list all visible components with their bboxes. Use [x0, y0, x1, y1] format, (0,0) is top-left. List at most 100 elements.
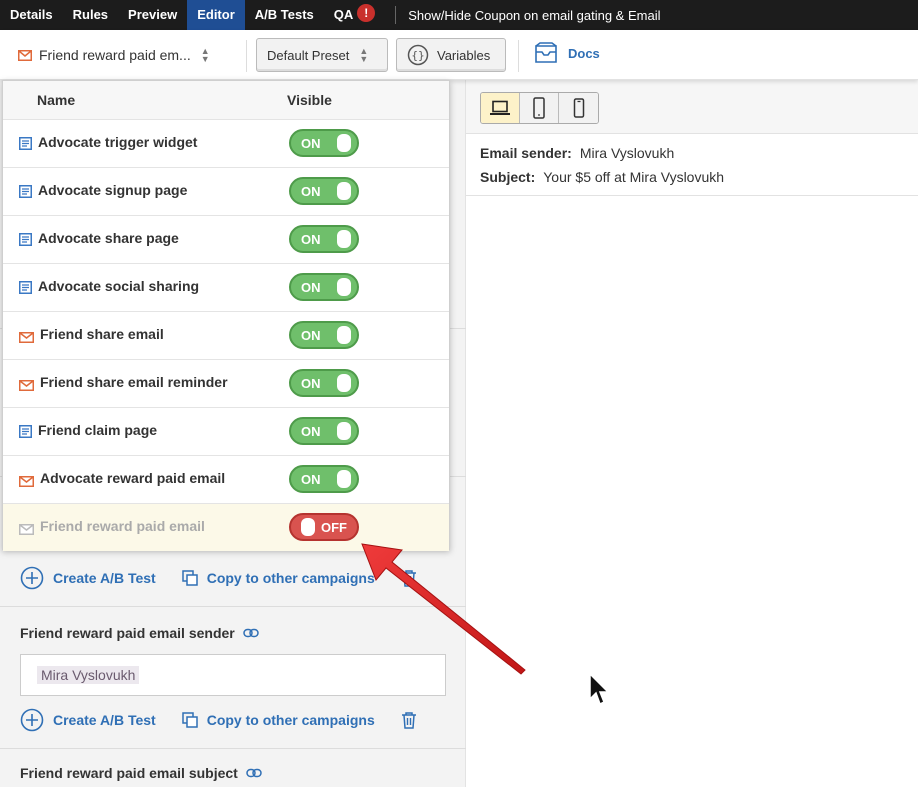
- page-icon: [19, 233, 32, 251]
- select-caret-icon: ▲ ▼: [359, 46, 369, 64]
- create-ab-test-label: Create A/B Test: [53, 570, 156, 586]
- email-icon: [19, 378, 34, 396]
- desktop-view-button[interactable]: [481, 93, 520, 123]
- select-caret-icon: ▲ ▼: [200, 46, 210, 64]
- tab-qa[interactable]: QA!: [324, 0, 386, 30]
- variables-label: Variables: [437, 47, 491, 63]
- trash-icon[interactable]: [401, 711, 417, 729]
- email-icon: [19, 330, 34, 348]
- preview-sender-value: Mira Vyslovukh: [579, 145, 675, 161]
- visibility-toggle[interactable]: ON: [289, 177, 359, 205]
- tab-details[interactable]: Details: [0, 0, 63, 30]
- docs-box-icon: [535, 42, 557, 63]
- link-icon[interactable]: [246, 768, 262, 778]
- visibility-table-header: Name Visible: [3, 81, 449, 119]
- email-icon: [19, 522, 34, 540]
- preview-sender-label: Email sender:: [480, 145, 572, 161]
- toggle-state-label: ON: [301, 280, 321, 295]
- create-ab-test-button[interactable]: Create A/B Test: [20, 566, 156, 590]
- visibility-row-label: Advocate signup page: [38, 182, 188, 198]
- email-icon: [18, 49, 32, 61]
- braces-icon: {}: [407, 44, 429, 66]
- toggle-knob: [337, 182, 351, 200]
- subject-field-label-text: Friend reward paid email subject: [20, 765, 238, 781]
- tab-preview[interactable]: Preview: [118, 0, 187, 30]
- visibility-toggle[interactable]: ON: [289, 369, 359, 397]
- widget-select-value: Friend reward paid em...: [39, 47, 191, 63]
- copy-icon: [181, 570, 198, 586]
- toggle-knob: [337, 134, 351, 152]
- visibility-row-label: Advocate share page: [38, 230, 179, 246]
- visibility-row: Friend claim page ON: [3, 407, 449, 455]
- visibility-toggle[interactable]: ON: [289, 225, 359, 253]
- visibility-row: Advocate reward paid email ON: [3, 455, 449, 503]
- page-icon: [19, 137, 32, 155]
- toggle-knob: [337, 230, 351, 248]
- email-icon: [19, 474, 34, 492]
- visibility-row: Advocate signup page ON: [3, 167, 449, 215]
- preview-subject-row: Subject: Your $5 off at Mira Vyslovukh: [480, 169, 724, 185]
- sender-field-label: Friend reward paid email sender: [20, 625, 259, 641]
- tablet-icon: [533, 97, 545, 119]
- campaign-breadcrumb[interactable]: Show/Hide Coupon on email gating & Email: [402, 8, 660, 23]
- sender-field-label-text: Friend reward paid email sender: [20, 625, 235, 641]
- create-ab-test-label: Create A/B Test: [53, 712, 156, 728]
- copy-to-campaigns-label: Copy to other campaigns: [206, 712, 375, 728]
- mobile-view-button[interactable]: [559, 93, 598, 123]
- column-name-header: Name: [37, 92, 76, 108]
- page-icon: [19, 425, 32, 443]
- tab-rules[interactable]: Rules: [63, 0, 118, 30]
- toggle-state-label: ON: [301, 136, 321, 151]
- section-divider: [0, 748, 466, 749]
- laptop-icon: [490, 100, 510, 115]
- tab-ab-tests[interactable]: A/B Tests: [245, 0, 324, 30]
- top-navigation: Details Rules Preview Editor A/B Tests Q…: [0, 0, 918, 30]
- docs-link[interactable]: Docs: [534, 42, 600, 64]
- visibility-toggle[interactable]: ON: [289, 273, 359, 301]
- tab-qa-label: QA: [333, 7, 354, 22]
- toggle-state-label: ON: [301, 184, 321, 199]
- qa-alert-badge: !: [357, 4, 376, 22]
- widget-visibility-dropdown: Name Visible Advocate trigger widget ON Ad…: [2, 80, 450, 551]
- visibility-toggle[interactable]: ON: [289, 129, 359, 157]
- toolbar-divider: [246, 40, 247, 72]
- create-ab-test-button[interactable]: Create A/B Test: [20, 708, 156, 732]
- tab-editor[interactable]: Editor: [187, 0, 245, 30]
- visibility-row: Friend share email reminder ON: [3, 359, 449, 407]
- column-visible-header: Visible: [287, 92, 332, 108]
- visibility-toggle[interactable]: ON: [289, 417, 359, 445]
- editor-toolbar: Friend reward paid em... ▲ ▼ Default Pres…: [0, 30, 918, 80]
- visibility-row: Advocate trigger widget ON: [3, 119, 449, 167]
- page-icon: [19, 185, 32, 203]
- toggle-knob: [301, 518, 315, 536]
- toggle-knob: [337, 326, 351, 344]
- link-icon[interactable]: [243, 628, 259, 638]
- sender-value-chip: Mira Vyslovukh: [37, 666, 140, 684]
- visibility-row-label: Advocate trigger widget: [38, 134, 198, 150]
- nav-divider: [395, 6, 397, 24]
- visibility-row: Advocate social sharing ON: [3, 263, 449, 311]
- visibility-row-label: Friend reward paid email: [40, 518, 205, 534]
- preview-subject-value: Your $5 off at Mira Vyslovukh: [543, 169, 725, 185]
- toggle-state-label: ON: [301, 472, 321, 487]
- page-icon: [19, 281, 32, 299]
- plus-circle-icon: [20, 566, 44, 590]
- variables-button[interactable]: {} Variables: [396, 38, 506, 72]
- mouse-cursor-icon: [589, 673, 610, 706]
- subject-field-label: Friend reward paid email subject: [20, 765, 262, 781]
- visibility-row-label: Friend claim page: [38, 422, 158, 438]
- visibility-toggle[interactable]: ON: [289, 465, 359, 493]
- widget-select[interactable]: Friend reward paid em... ▲ ▼: [18, 38, 210, 72]
- phone-icon: [573, 98, 584, 118]
- sender-actions: Create A/B Test Copy to other campaigns: [20, 708, 417, 732]
- preview-toolbar: [466, 80, 918, 134]
- toggle-state-label: ON: [301, 376, 321, 391]
- visibility-toggle[interactable]: ON: [289, 321, 359, 349]
- tablet-view-button[interactable]: [520, 93, 559, 123]
- copy-to-campaigns-button[interactable]: Copy to other campaigns: [181, 712, 375, 728]
- toggle-knob: [337, 470, 351, 488]
- docs-label: Docs: [568, 45, 600, 61]
- plus-circle-icon: [20, 708, 44, 732]
- visibility-row-label: Advocate social sharing: [38, 278, 200, 294]
- preset-select[interactable]: Default Preset ▲ ▼: [256, 38, 388, 72]
